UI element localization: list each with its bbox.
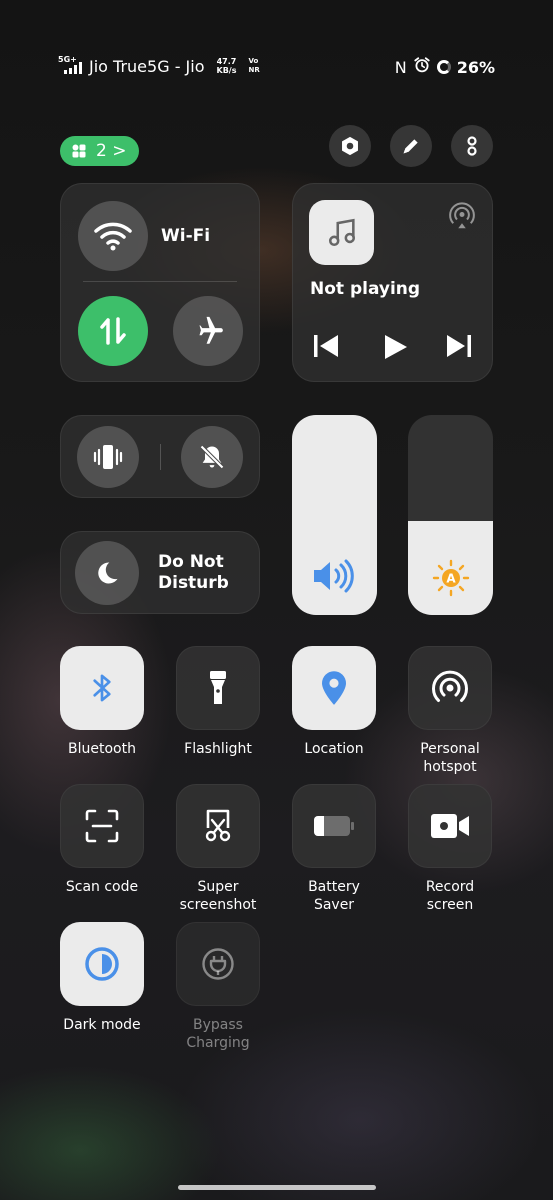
dnd-toggle[interactable] xyxy=(75,541,139,605)
divider xyxy=(83,281,237,282)
flashlight-icon xyxy=(210,671,226,704)
next-track-button[interactable] xyxy=(446,333,472,363)
flashlight-tile[interactable]: Flashlight xyxy=(176,646,260,758)
scan-code-tile[interactable]: Scan code xyxy=(60,784,144,896)
screenshot-icon xyxy=(205,809,231,842)
dark-mode-label: Dark mode xyxy=(63,1017,141,1033)
edit-button[interactable] xyxy=(390,125,432,167)
volume-slider[interactable] xyxy=(292,415,377,615)
divider xyxy=(160,444,161,470)
next-icon xyxy=(447,335,471,357)
page-indicator-label: 2 > xyxy=(96,141,127,161)
scan-code-icon xyxy=(85,809,119,843)
flashlight-label: Flashlight xyxy=(184,741,252,757)
previous-track-button[interactable] xyxy=(313,333,339,363)
carrier-name: Jio True5G - Jio xyxy=(89,56,205,76)
cast-icon[interactable] xyxy=(447,202,477,236)
location-label: Location xyxy=(304,741,364,757)
battery-saver-tile[interactable]: Battery Saver xyxy=(292,784,376,914)
settings-button[interactable] xyxy=(329,125,371,167)
location-icon xyxy=(322,671,346,705)
grid-icon xyxy=(72,144,86,158)
flashlight-toggle[interactable] xyxy=(176,646,260,730)
connectivity-tile: Wi-Fi xyxy=(60,183,260,382)
location-toggle[interactable] xyxy=(292,646,376,730)
airplane-mode-toggle[interactable] xyxy=(173,296,243,366)
personal-hotspot-label: Personal hotspot xyxy=(420,741,480,775)
battery-percent: 26% xyxy=(456,57,495,77)
more-vertical-icon xyxy=(467,136,477,156)
dark-mode-icon xyxy=(85,947,119,981)
previous-icon xyxy=(314,335,338,357)
status-bar: 5G+ Jio True5G - Jio 47.7 KB/s Vo NR N 2… xyxy=(58,52,495,84)
super-screenshot-toggle[interactable] xyxy=(176,784,260,868)
bypass-charging-toggle[interactable] xyxy=(176,922,260,1006)
personal-hotspot-toggle[interactable] xyxy=(408,646,492,730)
bluetooth-label: Bluetooth xyxy=(68,741,136,757)
wifi-label: Wi-Fi xyxy=(161,226,211,246)
super-screenshot-label: Super screenshot xyxy=(179,879,257,913)
media-tile[interactable]: Not playing xyxy=(292,183,493,382)
settings-hex-icon xyxy=(342,136,358,156)
moon-icon xyxy=(98,562,118,584)
sound-modes-tile xyxy=(60,415,260,498)
record-screen-toggle[interactable] xyxy=(408,784,492,868)
mute-toggle[interactable] xyxy=(181,426,243,488)
music-note-icon xyxy=(328,218,355,246)
bluetooth-toggle[interactable] xyxy=(60,646,144,730)
battery-ring-icon xyxy=(436,60,451,74)
network-speed: 47.7 KB/s xyxy=(216,57,237,75)
play-icon xyxy=(385,335,407,359)
auto-brightness-icon: A xyxy=(432,559,470,601)
home-indicator[interactable] xyxy=(178,1185,376,1190)
battery-saver-label: Battery Saver xyxy=(308,879,360,913)
super-screenshot-tile[interactable]: Super screenshot xyxy=(176,784,260,914)
bell-off-icon xyxy=(200,445,224,469)
vibrate-toggle[interactable] xyxy=(77,426,139,488)
battery-saver-toggle[interactable] xyxy=(292,784,376,868)
dark-mode-toggle[interactable] xyxy=(60,922,144,1006)
dnd-label: Do Not Disturb xyxy=(158,552,229,593)
location-tile[interactable]: Location xyxy=(292,646,376,758)
airplane-icon xyxy=(199,316,223,344)
brightness-slider[interactable]: A xyxy=(408,415,493,615)
scan-code-toggle[interactable] xyxy=(60,784,144,868)
vibrate-icon xyxy=(93,445,123,469)
volte-indicator: Vo NR xyxy=(248,57,260,74)
wifi-icon xyxy=(94,222,132,251)
record-screen-icon xyxy=(431,814,469,838)
alarm-icon xyxy=(413,56,431,78)
mobile-data-icon xyxy=(100,317,126,345)
pencil-icon xyxy=(403,139,418,154)
do-not-disturb-tile[interactable]: Do Not Disturb xyxy=(60,531,260,614)
svg-text:A: A xyxy=(446,572,456,586)
bypass-charging-icon xyxy=(202,948,234,980)
media-status: Not playing xyxy=(310,279,421,299)
scan-code-label: Scan code xyxy=(65,879,139,895)
dark-mode-tile[interactable]: Dark mode xyxy=(60,922,144,1034)
album-art xyxy=(309,200,374,265)
record-screen-label: Record screen xyxy=(425,879,475,913)
play-button[interactable] xyxy=(383,333,409,365)
hotspot-icon xyxy=(432,670,468,702)
battery-saver-icon xyxy=(314,816,354,836)
more-options-button[interactable] xyxy=(451,125,493,167)
personal-hotspot-tile[interactable]: Personal hotspot xyxy=(408,646,492,776)
page-indicator-pill[interactable]: 2 > xyxy=(60,136,139,166)
nfc-icon: N xyxy=(394,57,407,77)
signal-icon: 5G+ xyxy=(58,56,82,76)
bypass-charging-tile[interactable]: Bypass Charging xyxy=(176,922,260,1052)
volume-icon xyxy=(312,559,358,597)
wifi-toggle[interactable] xyxy=(78,201,148,271)
mobile-data-toggle[interactable] xyxy=(78,296,148,366)
bluetooth-icon xyxy=(93,674,111,702)
bypass-charging-label: Bypass Charging xyxy=(186,1017,250,1051)
record-screen-tile[interactable]: Record screen xyxy=(408,784,492,914)
bluetooth-tile[interactable]: Bluetooth xyxy=(60,646,144,758)
